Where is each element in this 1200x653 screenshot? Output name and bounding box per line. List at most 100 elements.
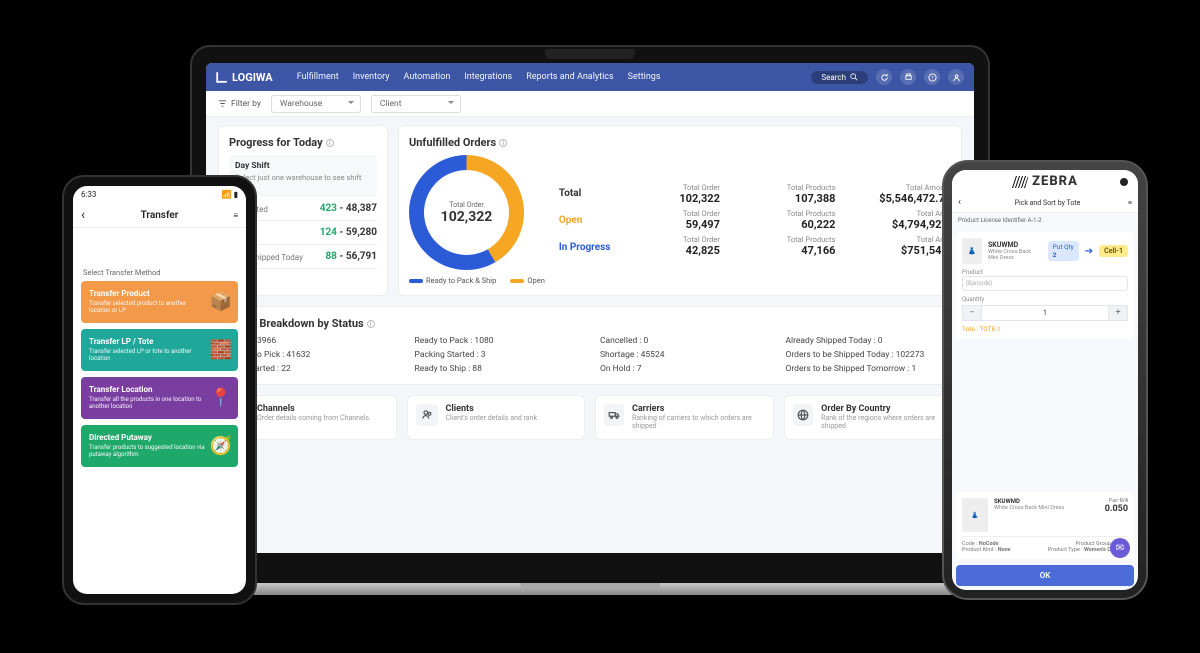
zebra-title: Pick and Sort by Tote (967, 199, 1128, 207)
bd-item: Ready to Pack : 1080 (415, 336, 581, 346)
nav-inventory[interactable]: Inventory (353, 72, 390, 82)
fab-button[interactable]: ✉ (1110, 538, 1130, 558)
arrow-right-icon: ➔ (1085, 246, 1093, 257)
phone-frame: 6:33 📶 ▮ ‹ Transfer ≡ Select Transfer Me… (62, 175, 257, 605)
svg-text:?: ? (931, 75, 933, 81)
status-total[interactable]: Total (559, 188, 611, 199)
brand-logo[interactable]: LOGIWA (216, 71, 273, 84)
zebra-brand: ZEBRA (952, 170, 1138, 193)
warehouse-dropdown[interactable]: Warehouse (271, 95, 361, 113)
tiles-row: ChannelsOrder details coming from Channe… (218, 395, 962, 440)
sku-desc: White Cross Back Mini Dress (988, 249, 1042, 261)
tote-cell[interactable]: Cell-1 (1099, 245, 1128, 257)
stats-grid: Total Order102,322 Total Products107,388… (624, 183, 951, 257)
phone-status-bar: 6:33 📶 ▮ (73, 186, 246, 203)
filter-bar: Filter by Warehouse Client (206, 91, 974, 117)
search-icon (850, 73, 858, 81)
donut-value: 102,322 (441, 209, 493, 225)
nav-integrations[interactable]: Integrations (464, 72, 512, 82)
transfer-methods: Transfer ProductTransfer selected produc… (73, 281, 246, 467)
status-icons: 📶 ▮ (222, 190, 238, 199)
status-column: Total Open In Progress (559, 188, 611, 253)
zebra-frame: ZEBRA ‹ Pick and Sort by Tote ≡ Product … (942, 160, 1148, 600)
plus-button[interactable]: + (1108, 305, 1128, 321)
nav-reports[interactable]: Reports and Analytics (526, 72, 613, 82)
nav-automation[interactable]: Automation (404, 72, 451, 82)
nav-fulfillment[interactable]: Fulfillment (297, 72, 339, 82)
back-icon[interactable]: ‹ (81, 207, 85, 223)
bd-item: Ready to Ship : 88 (415, 364, 581, 374)
method-transfer-lp[interactable]: Transfer LP / ToteTransfer selected LP o… (81, 329, 238, 371)
sku: SKUWMD (988, 241, 1042, 249)
nav-links: Fulfillment Inventory Automation Integra… (297, 72, 661, 82)
qty-label: Quantity (962, 296, 1128, 303)
minus-button[interactable]: − (962, 305, 982, 321)
qty-pill: Put Qty2 (1048, 241, 1079, 261)
laptop-notch (545, 49, 635, 59)
bd-item: Orders to be Shipped Today : 102273 (786, 350, 952, 360)
product-thumb: 👗 (962, 498, 988, 532)
bd-item: Orders to be Shipped Tomorrow : 1 (786, 364, 952, 374)
donut-label: Total Order (449, 201, 484, 209)
zebra-section: Product License Identifier A-1-2 (952, 213, 1138, 228)
phone-screen: 6:33 📶 ▮ ‹ Transfer ≡ Select Transfer Me… (73, 186, 246, 594)
menu-icon[interactable]: ≡ (233, 211, 238, 220)
filter-label: Filter by (218, 99, 261, 109)
status-progress[interactable]: In Progress (559, 242, 611, 253)
location-icon: 📍 (210, 388, 232, 409)
shift-title: Day Shift (235, 161, 371, 171)
nav-settings[interactable]: Settings (628, 72, 661, 82)
client-dropdown[interactable]: Client (371, 95, 461, 113)
camera-icon (1120, 178, 1128, 186)
clients-icon (416, 404, 438, 426)
pallet-icon: 🧱 (210, 340, 232, 361)
top-nav: LOGIWA Fulfillment Inventory Automation … (206, 63, 974, 91)
donut-legend: Ready to Pack & Ship Open (409, 276, 545, 285)
refresh-icon[interactable] (876, 69, 892, 85)
laptop-lip (520, 583, 660, 589)
compass-icon: 🧭 (210, 436, 232, 457)
phone-time: 6:33 (81, 190, 96, 199)
info-icon[interactable]: i (326, 139, 334, 147)
qty-value[interactable]: 1 (982, 305, 1108, 321)
pick-panel: 👗 SKUWMD White Cross Back Mini Dress Put… (956, 232, 1134, 339)
barcode-input[interactable]: (Barcode) (962, 276, 1128, 291)
progress-title: Progress for Todayi (229, 136, 377, 149)
product-detail: 👗 SKUWMD White Cross Back Mini Dress Pai… (956, 492, 1134, 559)
breakdown-card: Order Breakdown by Statusi New : 13966 R… (218, 306, 962, 385)
filter-icon (218, 99, 227, 108)
bd-item: Already Shipped Today : 0 (786, 336, 952, 346)
print-icon[interactable] (900, 69, 916, 85)
phone-title: Transfer (141, 210, 179, 221)
box-icon: 📦 (210, 292, 232, 313)
status-open[interactable]: Open (559, 215, 611, 226)
info-icon[interactable]: i (499, 139, 507, 147)
unfulfilled-card: Unfulfilled Ordersi Total Order 102,322 … (398, 125, 962, 296)
tile-country[interactable]: Order By CountryRank of the regions wher… (784, 395, 963, 440)
phone-header: ‹ Transfer ≡ (73, 203, 246, 228)
zebra-logo-icon (1012, 176, 1028, 188)
donut-chart: Total Order 102,322 (409, 155, 524, 270)
method-directed-putaway[interactable]: Directed PutawayTransfer products to sug… (81, 425, 238, 467)
back-icon[interactable]: ‹ (958, 197, 961, 208)
search[interactable]: Search (811, 71, 868, 84)
quantity-stepper[interactable]: − 1 + (962, 305, 1128, 321)
info-icon[interactable]: i (367, 320, 375, 328)
unfulfilled-title: Unfulfilled Orders (409, 136, 496, 149)
method-transfer-product[interactable]: Transfer ProductTransfer selected produc… (81, 281, 238, 323)
dashboard-screen: LOGIWA Fulfillment Inventory Automation … (206, 63, 974, 553)
tile-carriers[interactable]: CarriersRanking of carriers to which ord… (595, 395, 774, 440)
zebra-screen: ZEBRA ‹ Pick and Sort by Tote ≡ Product … (952, 170, 1138, 590)
menu-icon[interactable]: ≡ (1128, 199, 1132, 207)
bd-item: Shortage : 45524 (600, 350, 766, 360)
method-transfer-location[interactable]: Transfer LocationTransfer all the produc… (81, 377, 238, 419)
product-thumb: 👗 (962, 238, 982, 264)
tile-clients[interactable]: ClientsClient's order details and rank (407, 395, 586, 440)
bd-item: On Hold : 7 (600, 364, 766, 374)
logo-icon (216, 71, 228, 83)
carriers-icon (604, 404, 624, 426)
laptop-frame: LOGIWA Fulfillment Inventory Automation … (190, 45, 990, 585)
help-icon[interactable]: ? (924, 69, 940, 85)
user-icon[interactable] (948, 69, 964, 85)
ok-button[interactable]: OK (956, 565, 1134, 586)
